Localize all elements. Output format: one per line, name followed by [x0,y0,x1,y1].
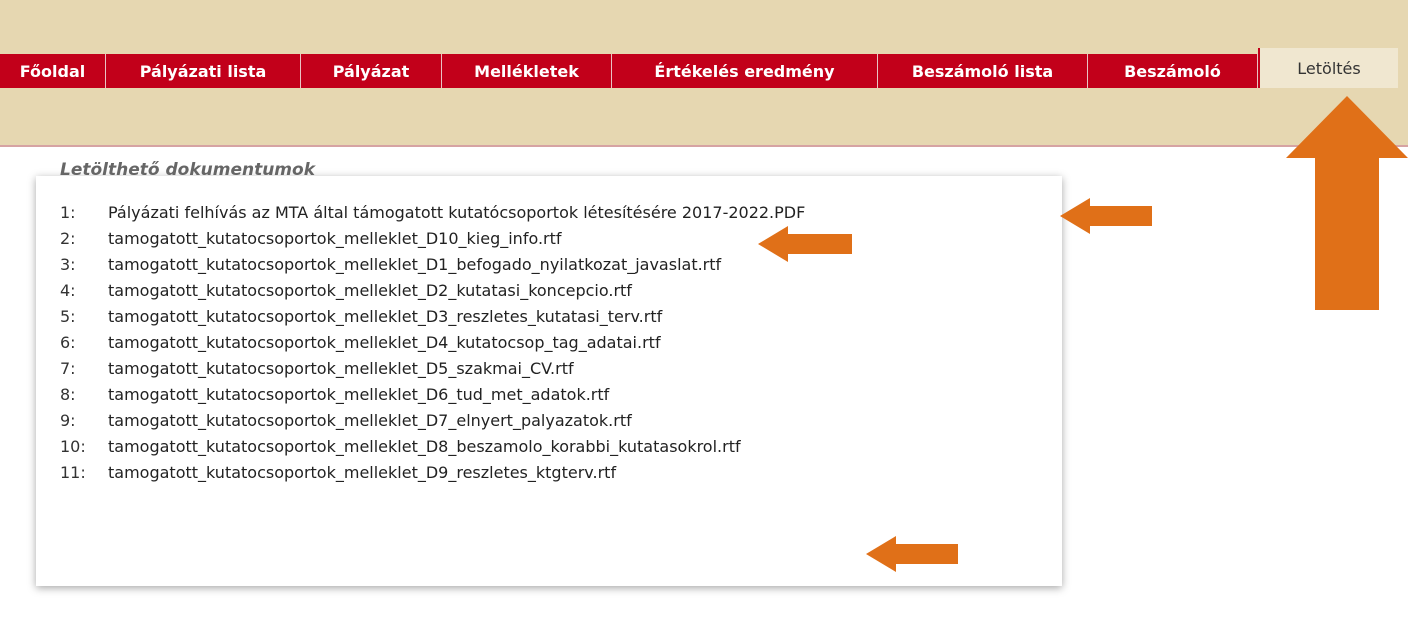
list-item-number: 8: [60,385,76,404]
list-item: 8: tamogatott_kutatocsoportok_melleklet_D… [60,382,805,408]
document-link[interactable]: tamogatott_kutatocsoportok_melleklet_D8_… [108,437,741,456]
list-item: 10: tamogatott_kutatocsoportok_melleklet_… [60,434,805,460]
document-link[interactable]: tamogatott_kutatocsoportok_melleklet_D9_… [108,463,616,482]
list-item: 2: tamogatott_kutatocsoportok_melleklet_D… [60,226,805,252]
list-item-number: 2: [60,229,76,248]
document-link[interactable]: tamogatott_kutatocsoportok_melleklet_D5_… [108,359,574,378]
tab-palyazati-lista[interactable]: Pályázati lista [106,54,301,88]
main-nav-tabs: Főoldal Pályázati lista Pályázat Mellékl… [0,48,1408,88]
document-link[interactable]: tamogatott_kutatocsoportok_melleklet_D1_… [108,255,721,274]
tab-letoltes[interactable]: Letöltés [1258,48,1398,88]
list-item-number: 10: [60,437,86,456]
list-item-number: 5: [60,307,76,326]
tab-beszamolo[interactable]: Beszámoló [1088,54,1258,88]
tab-palyazat[interactable]: Pályázat [301,54,442,88]
document-link[interactable]: tamogatott_kutatocsoportok_melleklet_D10… [108,229,562,248]
list-item: 6: tamogatott_kutatocsoportok_melleklet_D… [60,330,805,356]
list-item-number: 11: [60,463,86,482]
document-link[interactable]: Pályázati felhívás az MTA által támogato… [108,203,805,222]
list-item-number: 7: [60,359,76,378]
tab-mellekletek[interactable]: Mellékletek [442,54,612,88]
list-item: 1: Pályázati felhívás az MTA által támoga… [60,200,805,226]
documents-heading: Letölthető dokumentumok [60,160,316,180]
list-item: 11: tamogatott_kutatocsoportok_melleklet_… [60,460,805,486]
list-item-number: 4: [60,281,76,300]
document-link[interactable]: tamogatott_kutatocsoportok_melleklet_D4_… [108,333,661,352]
document-link[interactable]: tamogatott_kutatocsoportok_melleklet_D2_… [108,281,632,300]
list-item: 7: tamogatott_kutatocsoportok_melleklet_D… [60,356,805,382]
list-item: 3: tamogatott_kutatocsoportok_melleklet_D… [60,252,805,278]
list-item-number: 6: [60,333,76,352]
list-item: 5: tamogatott_kutatocsoportok_melleklet_D… [60,304,805,330]
tab-beszamolo-lista[interactable]: Beszámoló lista [878,54,1088,88]
documents-list: 1: Pályázati felhívás az MTA által támoga… [60,200,805,486]
list-item-number: 3: [60,255,76,274]
annotation-arrow-up-icon [1286,96,1408,310]
list-item: 9: tamogatott_kutatocsoportok_melleklet_D… [60,408,805,434]
list-item-number: 1: [60,203,76,222]
list-item: 4: tamogatott_kutatocsoportok_melleklet_D… [60,278,805,304]
list-item-number: 9: [60,411,76,430]
document-link[interactable]: tamogatott_kutatocsoportok_melleklet_D7_… [108,411,632,430]
document-link[interactable]: tamogatott_kutatocsoportok_melleklet_D6_… [108,385,609,404]
tab-fooldal[interactable]: Főoldal [0,54,106,88]
document-link[interactable]: tamogatott_kutatocsoportok_melleklet_D3_… [108,307,662,326]
tab-ertekeles-eredmeny[interactable]: Értékelés eredmény [612,54,878,88]
